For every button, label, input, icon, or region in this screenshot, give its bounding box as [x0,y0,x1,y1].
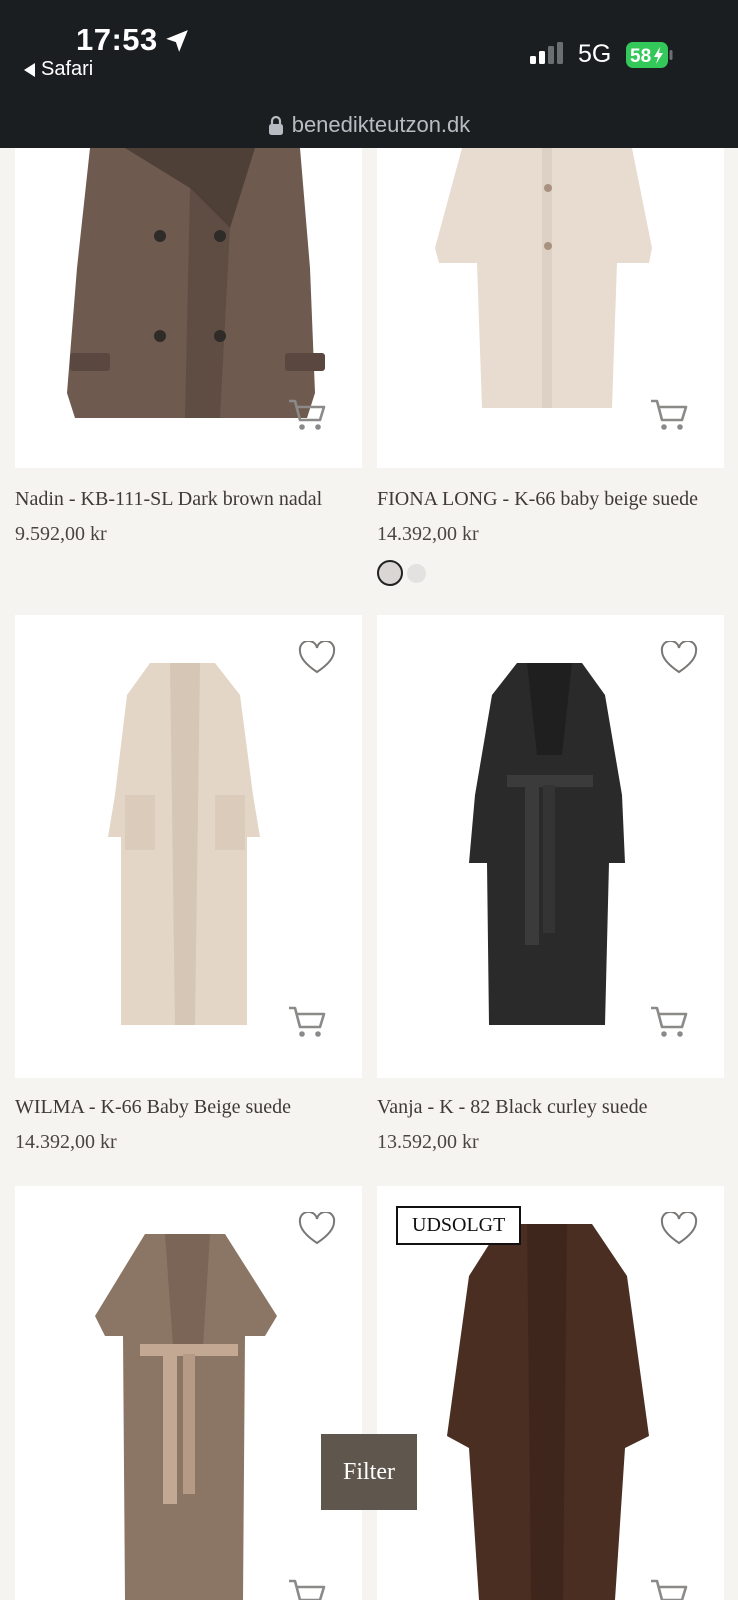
product-title[interactable]: WILMA - K-66 Baby Beige suede [15,1096,291,1119]
battery-level: 58 [630,46,651,67]
signal-icon [530,42,563,64]
add-to-cart-icon[interactable] [649,1578,689,1600]
add-to-cart-icon[interactable] [649,1005,689,1039]
wishlist-heart-icon[interactable] [660,641,698,675]
url-text: benedikteutzon.dk [291,112,471,137]
product-price: 14.392,00 kr [377,523,479,545]
product-title[interactable]: Vanja - K - 82 Black curley suede [377,1096,647,1119]
back-triangle-icon [24,62,35,77]
product-title[interactable]: FIONA LONG - K-66 baby beige suede [377,488,698,511]
product-title[interactable]: Nadin - KB-111-SL Dark brown nadal [15,488,322,511]
color-swatch[interactable] [407,564,426,583]
url-bar[interactable]: benedikteutzon.dk [0,112,738,138]
product-image-fiona-long[interactable] [377,148,724,468]
wishlist-heart-icon[interactable] [298,641,336,675]
network-type: 5G [578,40,612,68]
product-image-vanja[interactable] [377,615,724,1078]
product-price: 9.592,00 kr [15,523,107,545]
location-arrow-icon [166,30,188,52]
wishlist-heart-icon[interactable] [298,1212,336,1246]
back-to-safari[interactable]: Safari [24,58,93,81]
status-bar: 17:53 Safari 5G 58 benedikteutzon.dk [0,0,738,148]
lock-icon [268,115,283,135]
wishlist-heart-icon[interactable] [660,1212,698,1246]
product-image[interactable]: UDSOLGT [377,1186,724,1600]
add-to-cart-icon[interactable] [287,1578,327,1600]
coat-taupe-belted-image [95,1234,277,1600]
add-to-cart-icon[interactable] [287,398,327,432]
filter-button[interactable]: Filter [321,1434,417,1510]
add-to-cart-icon[interactable] [649,398,689,432]
add-to-cart-icon[interactable] [287,1005,327,1039]
product-image-nadin[interactable] [15,148,362,468]
coat-dark-brown-fur-image [447,1224,649,1600]
product-price: 13.592,00 kr [377,1131,479,1153]
product-image-wilma[interactable] [15,615,362,1078]
back-app-label: Safari [41,58,94,80]
product-image[interactable] [15,1186,362,1600]
sold-out-badge: UDSOLGT [396,1206,522,1245]
product-price: 14.392,00 kr [15,1131,117,1153]
color-swatch-selected[interactable] [377,560,403,586]
battery-icon: 58 [626,42,673,68]
clock: 17:53 [76,22,158,57]
